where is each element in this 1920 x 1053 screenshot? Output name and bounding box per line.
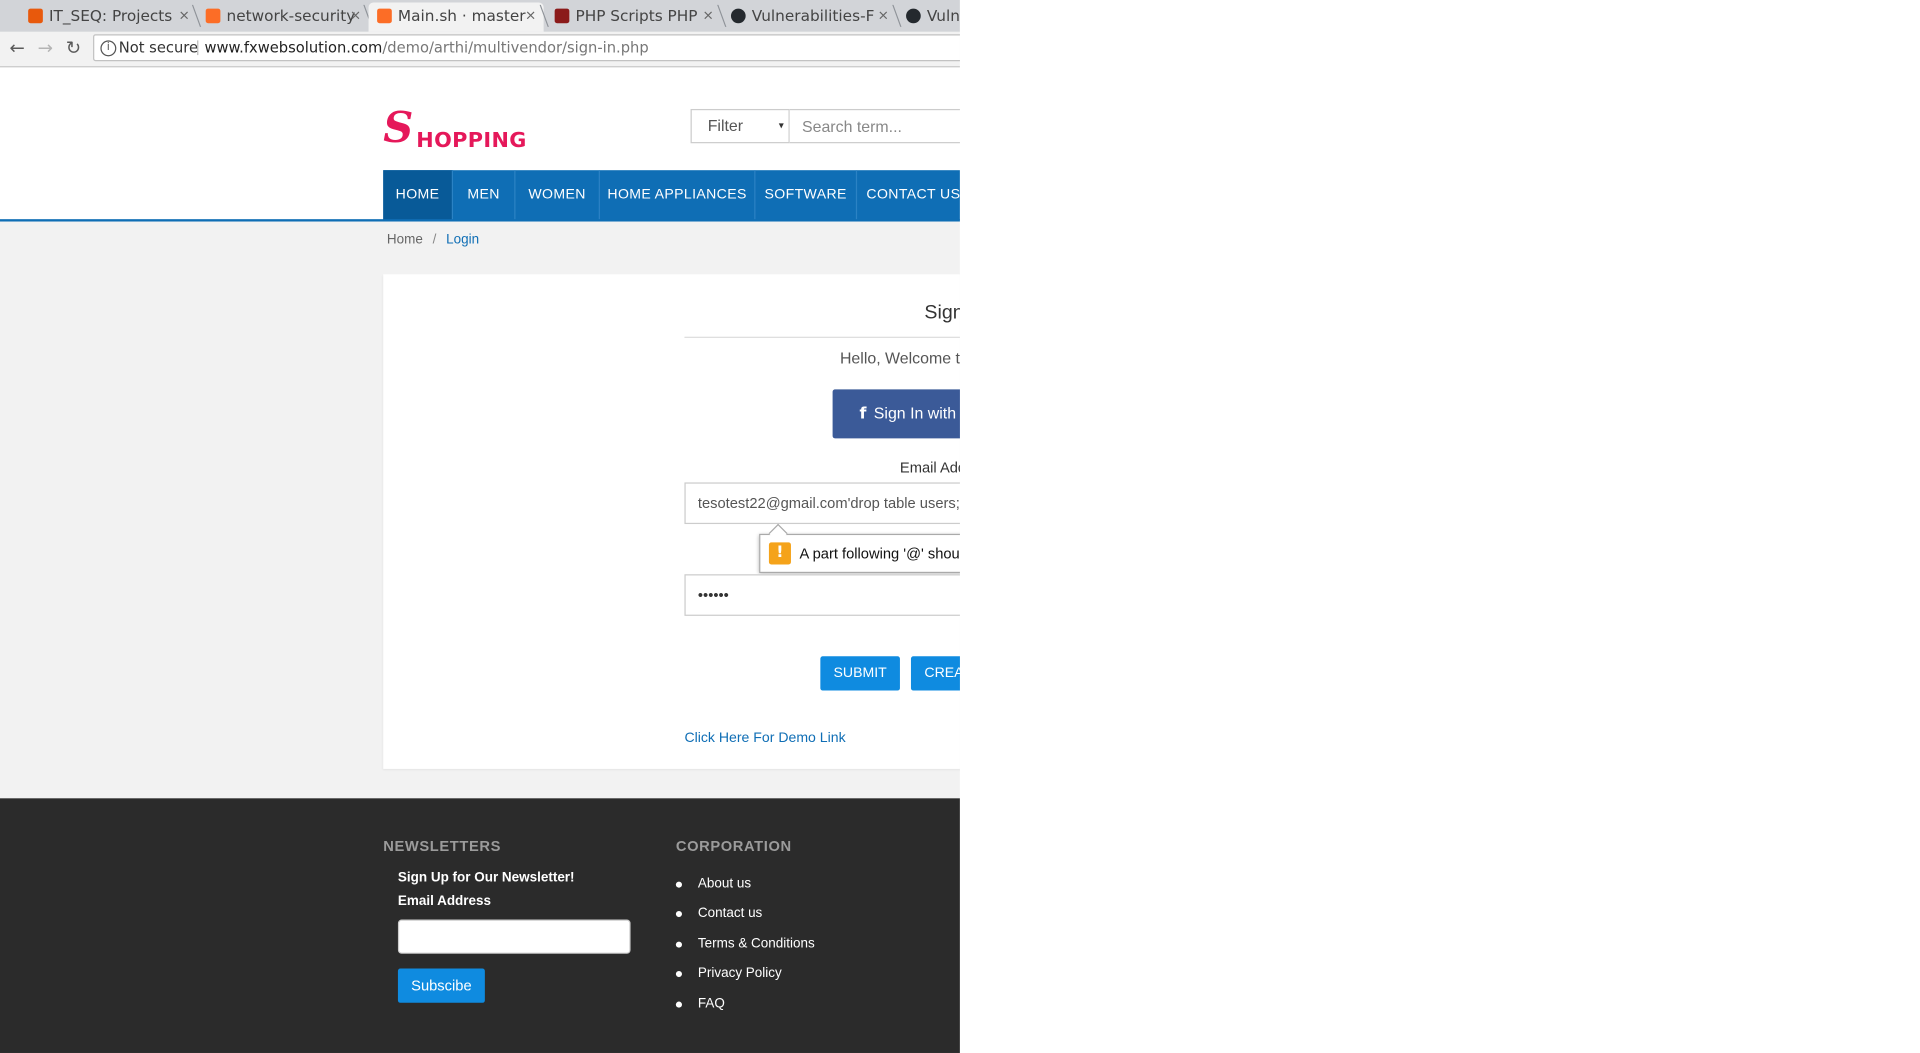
breadcrumb-home[interactable]: Home <box>387 233 423 248</box>
gitlab-favicon-icon <box>205 8 221 24</box>
browser-toolbar: ← → ↻ i Not secure www.fxwebsolution.com… <box>0 31 960 68</box>
browser-tab[interactable]: Vuln <box>897 2 960 31</box>
browser-tab[interactable]: Vulnerabilities-F × <box>722 2 896 31</box>
bullet-icon <box>675 970 682 978</box>
breadcrumb-separator: / <box>432 232 437 248</box>
github-favicon-icon <box>730 8 746 24</box>
tab-strip: IT_SEQ: Projects × network-security × Ma… <box>0 0 960 32</box>
screenshot-stage: IT_SEQ: Projects × network-security × Ma… <box>0 0 1920 1053</box>
submit-button[interactable]: SUBMIT <box>820 656 900 691</box>
warning-icon: ! <box>768 542 791 565</box>
nav-home-appliances[interactable]: HOME APPLIANCES <box>600 170 756 221</box>
bullet-icon <box>675 1001 682 1008</box>
nav-contact-us[interactable]: CONTACT US <box>857 170 959 220</box>
filter-select[interactable]: Filter ▾ <box>690 108 790 144</box>
bullet-icon <box>675 881 682 888</box>
tab-title: Vuln <box>926 6 960 25</box>
newsletter-email-input[interactable] <box>397 919 631 954</box>
nav-women[interactable]: WOMEN <box>515 170 600 221</box>
gitlab-favicon-icon <box>377 8 392 24</box>
breadcrumb-current[interactable]: Login <box>446 233 479 248</box>
title-divider <box>684 336 960 338</box>
breadcrumb: Home / Login <box>387 233 479 248</box>
nav-men[interactable]: MEN <box>453 170 516 221</box>
welcome-text: Hello, Welcome t <box>839 348 960 368</box>
url-text[interactable]: www.fxwebsolution.com/demo/arthi/multive… <box>204 36 648 60</box>
url-host: www.fxwebsolution.com <box>204 39 383 57</box>
facebook-button-label: Sign In with <box>873 404 957 423</box>
close-tab-icon[interactable]: × <box>350 2 361 29</box>
email-input[interactable] <box>684 482 960 525</box>
php-favicon-icon <box>554 8 570 24</box>
close-tab-icon[interactable]: × <box>178 2 189 29</box>
nav-software[interactable]: SOFTWARE <box>755 170 858 221</box>
validation-tooltip: ! A part following '@' shou <box>759 533 960 574</box>
browser-tab[interactable]: IT_SEQ: Projects × <box>20 2 198 31</box>
footer-link-label: About us <box>697 876 752 892</box>
caret-down-icon: ▾ <box>778 119 784 132</box>
logo-text: HOPPING <box>416 128 527 154</box>
reload-icon[interactable]: ↻ <box>64 38 84 58</box>
url-path: /demo/arthi/multivendor/sign-in.php <box>382 39 649 57</box>
demo-link[interactable]: Click Here For Demo Link <box>684 731 845 746</box>
newsletter-signup-text: Sign Up for Our Newsletter! <box>397 870 575 886</box>
newsletter-email-label: Email Address <box>397 893 492 909</box>
validation-message: A part following '@' shou <box>799 544 960 562</box>
forward-arrow-icon[interactable]: → <box>36 38 56 58</box>
filter-selected-value: Filter <box>707 116 744 135</box>
login-title: Sign <box>924 302 960 324</box>
footer-link-label: Contact us <box>697 906 763 921</box>
facebook-icon: f <box>859 405 867 424</box>
subscribe-button[interactable]: Subscibe <box>397 968 485 1003</box>
facebook-signin-button[interactable]: f Sign In with <box>832 389 960 439</box>
github-favicon-icon <box>906 8 921 24</box>
close-tab-icon[interactable]: × <box>878 2 889 29</box>
info-icon[interactable]: i <box>100 40 117 57</box>
tab-title: IT_SEQ: Projects <box>48 6 173 25</box>
newsletter-heading: NEWSLETTERS <box>383 837 501 855</box>
tab-title: Main.sh · master <box>397 6 526 25</box>
bullet-icon <box>675 941 682 948</box>
browser-tab[interactable]: network-security × <box>197 2 368 31</box>
corporation-heading: CORPORATION <box>675 837 792 855</box>
bullet-icon <box>675 910 682 918</box>
logo-initial: S <box>383 104 414 154</box>
footer-link-label: Terms & Conditions <box>697 936 815 952</box>
footer-link-label: Privacy Policy <box>697 966 782 981</box>
security-indicator[interactable]: Not secure <box>119 36 198 60</box>
browser-viewport: IT_SEQ: Projects × network-security × Ma… <box>0 0 960 1053</box>
gitlab-favicon-icon <box>28 8 43 24</box>
back-arrow-icon[interactable]: ← <box>7 38 27 58</box>
close-tab-icon[interactable]: × <box>525 2 536 29</box>
nav-home[interactable]: HOME <box>383 170 454 221</box>
create-account-button[interactable]: CREA <box>910 656 960 691</box>
search-input[interactable] <box>789 108 960 144</box>
footer-link-label: FAQ <box>697 996 725 1012</box>
browser-tab[interactable]: PHP Scripts PHP × <box>546 2 721 31</box>
close-tab-icon[interactable]: × <box>703 2 714 29</box>
browser-tab-active[interactable]: Main.sh · master × <box>368 2 544 32</box>
address-divider <box>197 40 199 56</box>
email-label: Email Add <box>899 459 960 477</box>
password-input[interactable] <box>684 574 960 616</box>
tab-title: PHP Scripts PHP <box>575 6 698 25</box>
address-bar[interactable]: i Not secure www.fxwebsolution.com/demo/… <box>93 34 960 62</box>
tab-title: Vulnerabilities-F <box>751 6 875 25</box>
main-navbar: HOME MEN WOMEN HOME APPLIANCES SOFTWARE … <box>383 170 960 221</box>
tab-title: network-security <box>226 6 356 25</box>
